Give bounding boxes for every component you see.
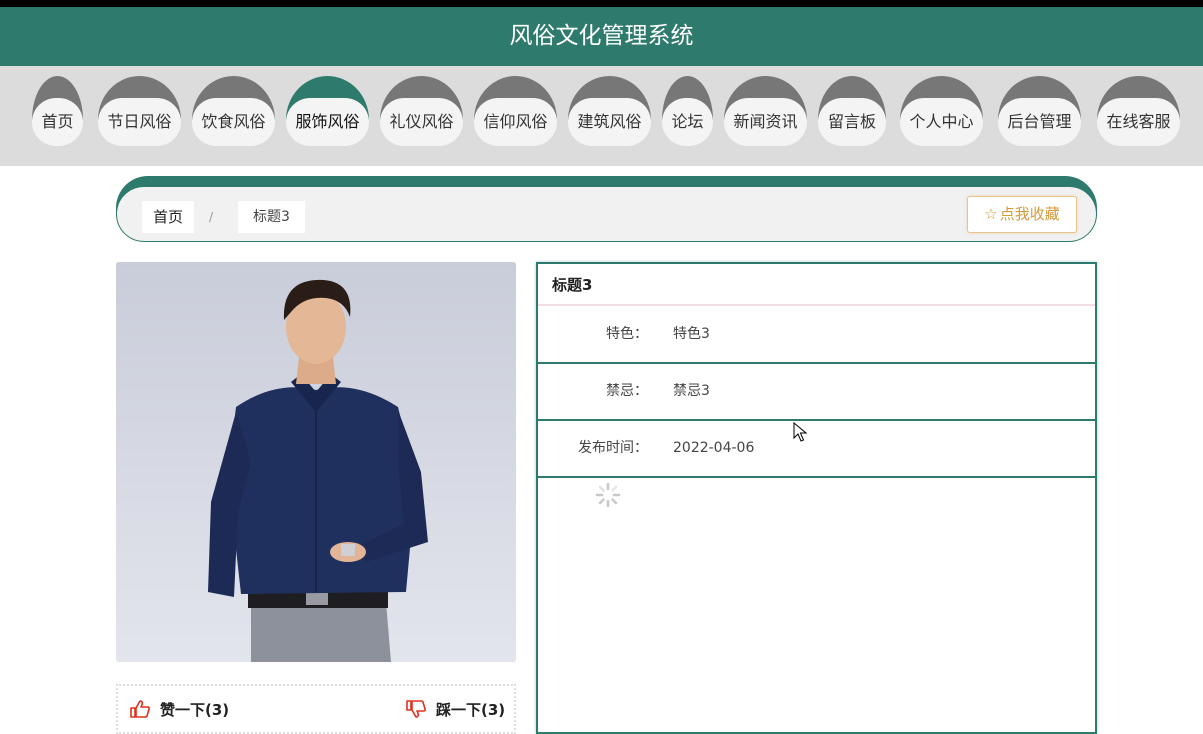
app-title: 风俗文化管理系统 [509,23,694,49]
nav-item-etiquette-customs[interactable]: 礼仪风俗 [380,76,463,146]
model-photo-illustration [116,262,516,662]
nav-item-food-customs[interactable]: 饮食风俗 [192,76,275,146]
breadcrumb-bar: 首页 / 标题3 ☆ 点我收藏 [116,176,1097,242]
detail-title: 标题3 [538,264,1095,306]
nav-item-festival-customs[interactable]: 节日风俗 [98,76,181,146]
nav-item-home[interactable]: 首页 [32,76,83,146]
mouse-cursor-icon [793,422,807,442]
detail-value: 2022-04-06 [673,440,755,456]
nav-item-architecture-customs[interactable]: 建筑风俗 [568,76,651,146]
detail-label: 禁忌： [606,383,648,399]
nav-item-forum[interactable]: 论坛 [662,76,713,146]
main-nav: 首页 节日风俗 饮食风俗 服饰风俗 礼仪风俗 信仰风俗 建筑风俗 论坛 新闻资讯… [0,66,1203,166]
detail-label: 发布时间： [578,440,648,456]
detail-row-taboo: 禁忌： 禁忌3 [538,364,1095,421]
detail-value: 禁忌3 [673,383,710,399]
detail-label: 特色： [606,326,648,342]
nav-item-online-service[interactable]: 在线客服 [1097,76,1180,146]
detail-panel: 标题3 特色： 特色3 禁忌： 禁忌3 发布时间： 2022-04-06 [536,262,1097,734]
app-header: 风俗文化管理系统 [0,7,1203,66]
detail-value: 特色3 [673,326,710,342]
nav-item-personal-center[interactable]: 个人中心 [900,76,983,146]
dislike-label: 踩一下(3) [436,701,506,719]
breadcrumb: 首页 / 标题3 ☆ 点我收藏 [116,186,1097,242]
nav-item-admin[interactable]: 后台管理 [998,76,1081,146]
vote-panel: 赞一下(3) 踩一下(3) [116,684,516,734]
thumbs-down-icon [406,700,426,718]
detail-row-feature: 特色： 特色3 [538,307,1095,364]
nav-item-message-board[interactable]: 留言板 [818,76,886,146]
dislike-button[interactable]: 踩一下(3) [406,698,516,722]
thumbs-up-icon [130,700,150,718]
breadcrumb-home-link[interactable]: 首页 [142,201,195,233]
detail-row-publish-time: 发布时间： 2022-04-06 [538,421,1095,478]
breadcrumb-separator: / [209,210,214,224]
product-image [116,262,516,662]
star-outline-icon: ☆ [984,205,998,223]
nav-item-belief-customs[interactable]: 信仰风俗 [474,76,557,146]
window-top-strip [0,0,1203,7]
like-label: 赞一下(3) [160,701,230,719]
breadcrumb-current: 标题3 [238,201,305,233]
nav-item-clothing-customs[interactable]: 服饰风俗 [286,76,369,146]
favorite-button-label: 点我收藏 [999,205,1060,223]
loading-spinner-icon [595,482,621,508]
nav-item-news[interactable]: 新闻资讯 [724,76,807,146]
favorite-button[interactable]: ☆ 点我收藏 [967,196,1077,233]
